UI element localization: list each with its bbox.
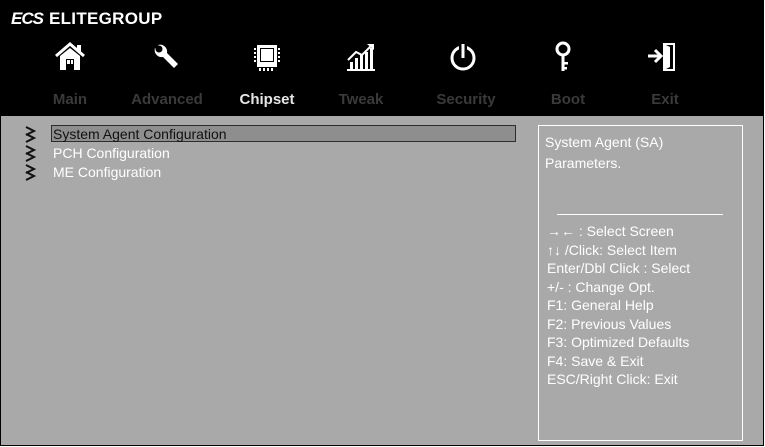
key-hint: +/- : Change Opt. (547, 278, 655, 295)
menu-item-label: ME Configuration (53, 164, 162, 180)
help-panel: System Agent (SA) Parameters. →← : Selec… (538, 125, 743, 441)
key-hint: F3: Optimized Defaults (547, 334, 690, 350)
chart-icon[interactable] (343, 39, 379, 75)
key-hint: F1: General Help (547, 297, 654, 313)
menu-item-pch[interactable]: PCH Configuration (23, 144, 518, 163)
tab-exit[interactable]: Exit (651, 91, 679, 108)
home-icon[interactable] (52, 39, 88, 75)
wrench-icon[interactable] (149, 39, 185, 75)
chip-icon[interactable] (249, 39, 285, 75)
key-hint: F4: Save & Exit (547, 352, 644, 369)
bios-window: ECS ELITEGROUP Main Advanced Chipset Twe… (0, 0, 764, 446)
icon-row (1, 39, 763, 89)
key-icon[interactable] (545, 39, 581, 75)
key-hint: Enter/Dbl Click : Select (547, 260, 691, 276)
brand: ECS ELITEGROUP (11, 7, 162, 31)
help-description-line: System Agent (SA) (545, 134, 664, 150)
ecs-logo: ECS (11, 9, 44, 28)
help-description-line: Parameters. (545, 155, 622, 171)
help-description: System Agent (SA) Parameters. (545, 132, 663, 174)
brand-name: ELITEGROUP (48, 9, 163, 28)
help-divider (557, 214, 723, 215)
menu-item-label: System Agent Configuration (53, 126, 227, 142)
menu-item-system-agent[interactable]: System Agent Configuration (23, 125, 518, 144)
key-hint: ESC/Right Click: Exit (547, 371, 678, 387)
top-bar: ECS ELITEGROUP Main Advanced Chipset Twe… (1, 1, 763, 116)
menu-list: System Agent Configuration PCH Configura… (23, 125, 518, 182)
chevron-right-icon (25, 164, 37, 181)
menu-item-label: PCH Configuration (53, 145, 170, 161)
chevron-right-icon (25, 126, 37, 143)
tab-tweak[interactable]: Tweak (339, 91, 384, 108)
menu-item-me[interactable]: ME Configuration (23, 163, 518, 182)
key-hint: ↑↓ /Click: Select Item (547, 241, 677, 258)
key-legend: →← : Select Screen ↑↓ /Click: Select Ite… (547, 222, 690, 389)
tab-boot[interactable]: Boot (551, 91, 585, 108)
chevron-right-icon (25, 145, 37, 162)
key-hint: →← : Select Screen (547, 223, 674, 239)
tab-chipset[interactable]: Chipset (239, 91, 294, 108)
power-icon[interactable] (445, 39, 481, 75)
tab-advanced[interactable]: Advanced (131, 91, 203, 108)
tab-bar: Main Advanced Chipset Tweak Security Boo… (1, 91, 763, 113)
key-hint: F2: Previous Values (547, 315, 672, 332)
tab-security[interactable]: Security (436, 91, 495, 108)
tab-main[interactable]: Main (53, 91, 87, 108)
exit-icon[interactable] (643, 39, 679, 75)
